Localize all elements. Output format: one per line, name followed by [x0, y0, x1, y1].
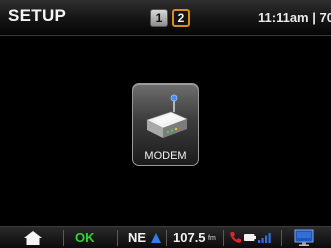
status-divider	[223, 230, 224, 246]
compass-direction: NE	[128, 230, 147, 245]
signal-icon	[258, 233, 271, 243]
top-bar: SETUP 1 2 11:11am | 70	[0, 0, 331, 36]
status-divider	[117, 230, 118, 246]
modem-icon	[146, 94, 188, 138]
battery-icon	[244, 234, 256, 241]
home-icon[interactable]	[23, 230, 43, 246]
page-1-button[interactable]: 1	[150, 9, 168, 27]
status-bar: OK NE 107.5 fm	[0, 226, 331, 248]
status-divider	[63, 230, 64, 246]
status-divider	[281, 230, 282, 246]
compass-arrow-icon	[151, 233, 161, 243]
radio-unit: fm	[208, 235, 216, 242]
modem-button[interactable]: MODEM	[132, 83, 199, 166]
status-divider	[166, 230, 167, 246]
clock-readout: 11:11am | 70	[258, 10, 331, 25]
setup-screen: SETUP 1 2 11:11am | 70 MODEM OK NE 107.5…	[0, 0, 331, 248]
radio-frequency: 107.5	[173, 230, 206, 245]
screen-icon[interactable]	[293, 229, 315, 247]
page-2-button[interactable]: 2	[172, 9, 190, 27]
modem-label: MODEM	[144, 150, 187, 162]
page-title: SETUP	[8, 6, 67, 25]
phone-icon	[230, 232, 241, 243]
status-ok: OK	[75, 230, 95, 245]
